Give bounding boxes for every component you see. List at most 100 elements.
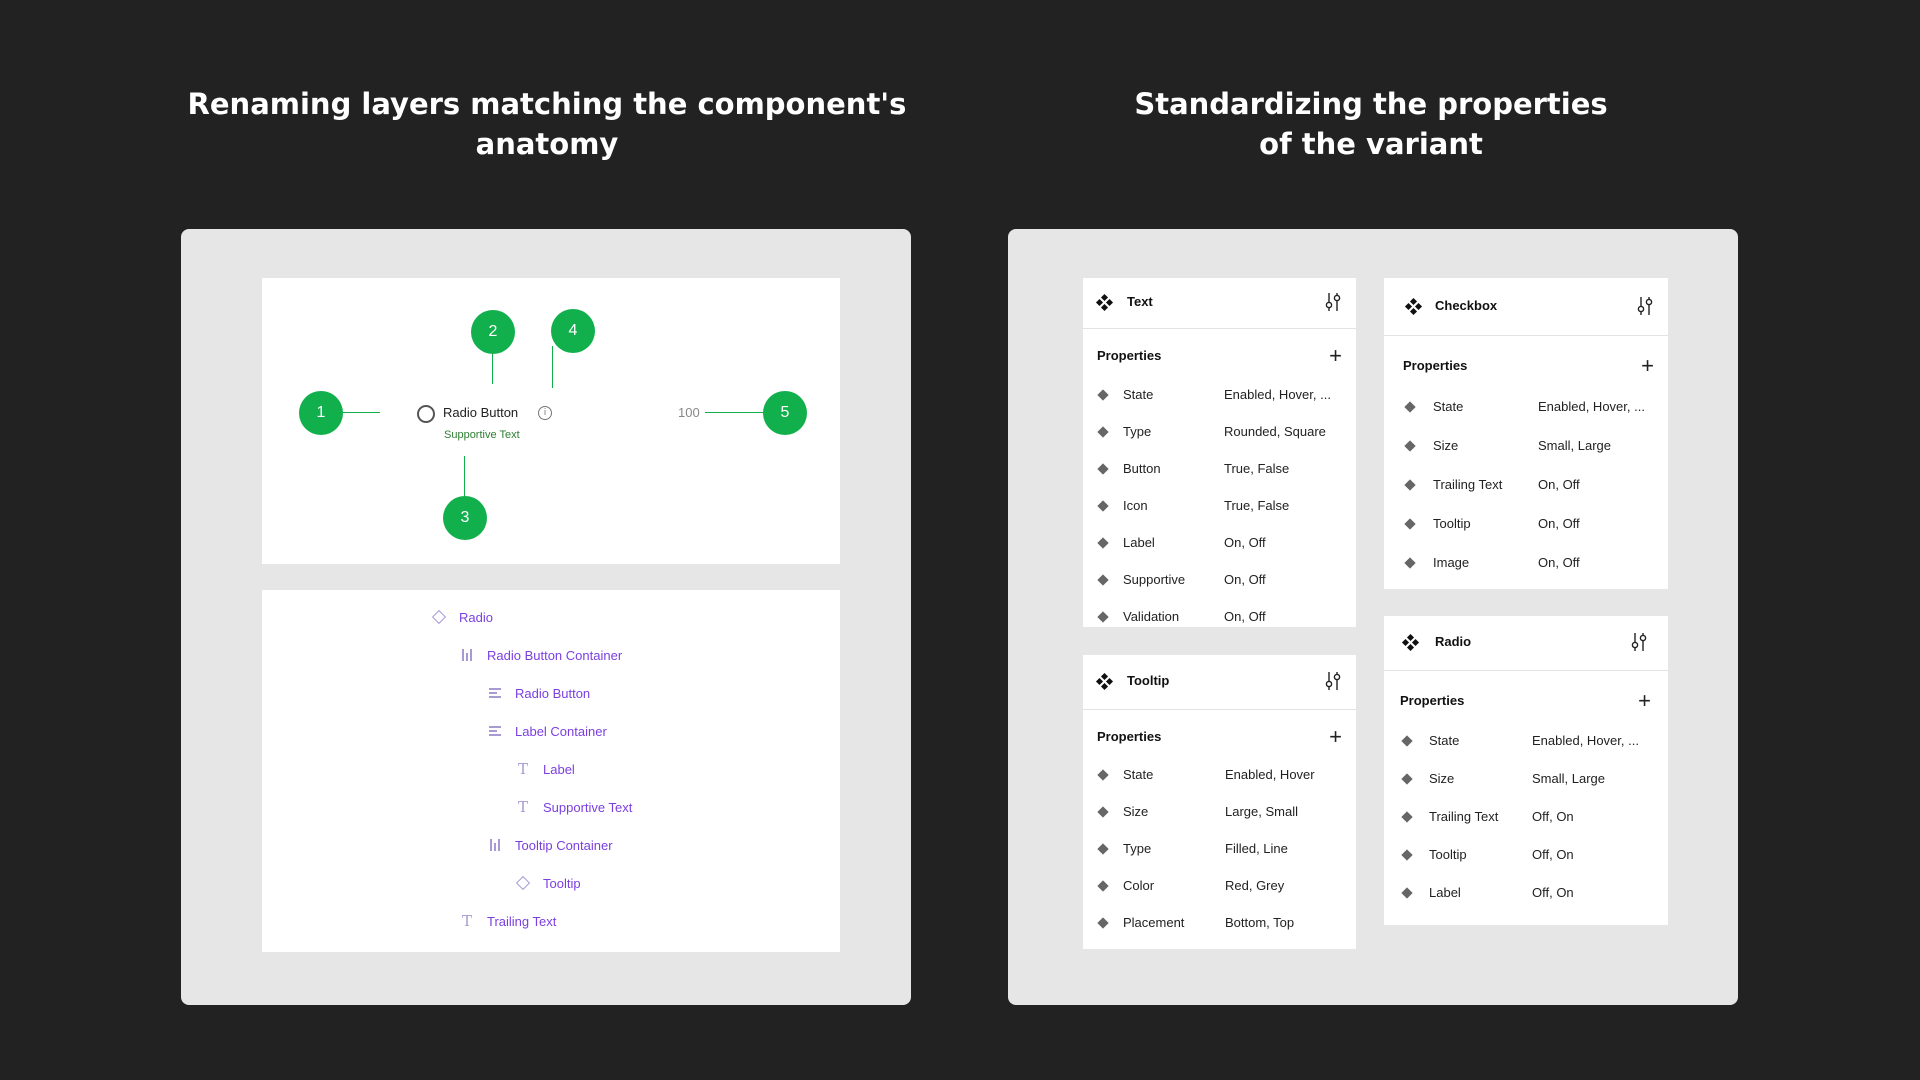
property-row[interactable]: Size Small, Large bbox=[1384, 769, 1668, 791]
layer-label: Radio bbox=[459, 609, 493, 625]
settings-sliders-icon[interactable] bbox=[1630, 632, 1648, 652]
component-icon bbox=[1095, 293, 1114, 312]
left-heading-line-1: Renaming layers matching the component's bbox=[187, 87, 907, 121]
anatomy-marker-1: 1 bbox=[299, 391, 343, 435]
property-name: Color bbox=[1123, 878, 1155, 893]
info-icon: i bbox=[538, 406, 552, 420]
property-name: State bbox=[1429, 733, 1460, 748]
component-icon bbox=[1095, 672, 1114, 691]
text-icon: T bbox=[517, 760, 528, 778]
layer-supportive-text[interactable]: T Supportive Text bbox=[515, 797, 632, 817]
properties-panel: Text Properties + State Enabled, Hover, .… bbox=[1008, 229, 1738, 1005]
property-row[interactable]: State Enabled, Hover, ... bbox=[1384, 397, 1668, 419]
layer-tooltip-container[interactable]: Tooltip Container bbox=[487, 835, 613, 855]
anatomy-marker-5: 5 bbox=[763, 391, 807, 435]
properties-heading: Properties bbox=[1403, 358, 1468, 373]
property-row[interactable]: Tooltip Off, On bbox=[1384, 845, 1668, 867]
property-row[interactable]: Size Large, Small bbox=[1083, 802, 1356, 824]
card-title: Text bbox=[1127, 294, 1153, 309]
component-outline-icon bbox=[515, 875, 531, 891]
property-icon bbox=[1097, 463, 1109, 475]
property-value: On, Off bbox=[1224, 572, 1266, 587]
property-value: On, Off bbox=[1538, 516, 1580, 531]
right-heading-line-1: Standardizing the properties bbox=[1134, 87, 1608, 121]
property-row[interactable]: State Enabled, Hover, ... bbox=[1384, 731, 1668, 753]
property-row[interactable]: Trailing Text Off, On bbox=[1384, 807, 1668, 829]
layer-label[interactable]: T Label bbox=[515, 759, 575, 779]
property-row[interactable]: Button True, False bbox=[1083, 459, 1356, 481]
add-property-icon[interactable]: + bbox=[1329, 726, 1342, 748]
settings-sliders-icon[interactable] bbox=[1324, 671, 1342, 691]
layer-radio-button[interactable]: Radio Button bbox=[487, 683, 590, 703]
property-name: State bbox=[1123, 387, 1154, 402]
property-row[interactable]: Tooltip On, Off bbox=[1384, 514, 1668, 536]
layer-radio-button-container[interactable]: Radio Button Container bbox=[459, 645, 622, 665]
card-title: Checkbox bbox=[1435, 298, 1498, 313]
property-row[interactable]: Type Filled, Line bbox=[1083, 839, 1356, 861]
property-value: Small, Large bbox=[1538, 438, 1611, 453]
property-icon bbox=[1097, 806, 1109, 818]
text-icon: T bbox=[461, 912, 472, 930]
add-property-icon[interactable]: + bbox=[1329, 345, 1342, 367]
property-name: Button bbox=[1123, 461, 1161, 476]
property-icon bbox=[1097, 426, 1109, 438]
property-icon bbox=[1404, 440, 1416, 452]
settings-sliders-icon[interactable] bbox=[1324, 292, 1342, 312]
layer-label: Radio Button bbox=[515, 685, 591, 701]
property-row[interactable]: Size Small, Large bbox=[1384, 436, 1668, 458]
property-name: Trailing Text bbox=[1433, 477, 1503, 492]
property-name: Type bbox=[1123, 841, 1152, 856]
property-icon bbox=[1401, 735, 1413, 747]
layer-radio[interactable]: Radio bbox=[431, 607, 493, 627]
add-property-icon[interactable]: + bbox=[1641, 355, 1654, 377]
layers-card: Radio Radio Button Container Radio Butto… bbox=[262, 590, 840, 952]
right-heading-line-2: of the variant bbox=[1259, 127, 1483, 161]
property-value: Off, On bbox=[1532, 885, 1574, 900]
property-name: Placement bbox=[1123, 915, 1185, 930]
property-row[interactable]: Label Off, On bbox=[1384, 883, 1668, 905]
anatomy-marker-4: 4 bbox=[551, 309, 595, 353]
property-row[interactable]: State Enabled, Hover, ... bbox=[1083, 385, 1356, 407]
layer-label-container[interactable]: Label Container bbox=[487, 721, 607, 741]
property-row[interactable]: Validation On, Off bbox=[1083, 607, 1356, 629]
property-row[interactable]: Placement Bottom, Top bbox=[1083, 913, 1356, 935]
radio-button-circle bbox=[417, 405, 435, 423]
add-property-icon[interactable]: + bbox=[1638, 690, 1651, 712]
property-icon bbox=[1404, 401, 1416, 413]
card-header: Radio bbox=[1384, 616, 1668, 671]
property-icon bbox=[1097, 389, 1109, 401]
auto-layout-vertical-icon bbox=[487, 723, 503, 739]
property-name: Size bbox=[1433, 438, 1459, 453]
layer-label: Tooltip bbox=[543, 875, 581, 891]
property-icon bbox=[1097, 537, 1109, 549]
radio-properties-card: Radio Properties + State Enabled, Hover, … bbox=[1384, 616, 1668, 925]
property-row[interactable]: Icon True, False bbox=[1083, 496, 1356, 518]
property-value: Enabled, Hover, ... bbox=[1532, 733, 1639, 748]
property-icon bbox=[1097, 500, 1109, 512]
layer-label: Trailing Text bbox=[487, 913, 557, 929]
right-heading: Standardizing the properties of the vari… bbox=[1001, 84, 1741, 164]
property-row[interactable]: Image On, Off bbox=[1384, 553, 1668, 575]
tooltip-properties-card: Tooltip Properties + State Enabled, Hover… bbox=[1083, 655, 1356, 949]
left-heading-line-2: anatomy bbox=[475, 127, 619, 161]
supportive-text: Supportive Text bbox=[444, 429, 520, 441]
property-value: On, Off bbox=[1538, 555, 1580, 570]
property-row[interactable]: Supportive On, Off bbox=[1083, 570, 1356, 592]
property-row[interactable]: State Enabled, Hover bbox=[1083, 765, 1356, 787]
layer-label: Supportive Text bbox=[543, 799, 633, 815]
layer-trailing-text[interactable]: T Trailing Text bbox=[459, 911, 556, 931]
marker-3-connector bbox=[464, 456, 465, 496]
property-row[interactable]: Trailing Text On, Off bbox=[1384, 475, 1668, 497]
property-name: State bbox=[1433, 399, 1464, 414]
property-name: Validation bbox=[1123, 609, 1180, 624]
property-row[interactable]: Label On, Off bbox=[1083, 533, 1356, 555]
property-name: Tooltip bbox=[1433, 516, 1471, 531]
property-row[interactable]: Type Rounded, Square bbox=[1083, 422, 1356, 444]
property-row[interactable]: Color Red, Grey bbox=[1083, 876, 1356, 898]
layer-tooltip[interactable]: Tooltip bbox=[515, 873, 581, 893]
settings-sliders-icon[interactable] bbox=[1636, 296, 1654, 316]
property-icon bbox=[1097, 843, 1109, 855]
property-name: Tooltip bbox=[1429, 847, 1467, 862]
property-value: True, False bbox=[1224, 498, 1290, 513]
card-header: Tooltip bbox=[1083, 655, 1356, 710]
